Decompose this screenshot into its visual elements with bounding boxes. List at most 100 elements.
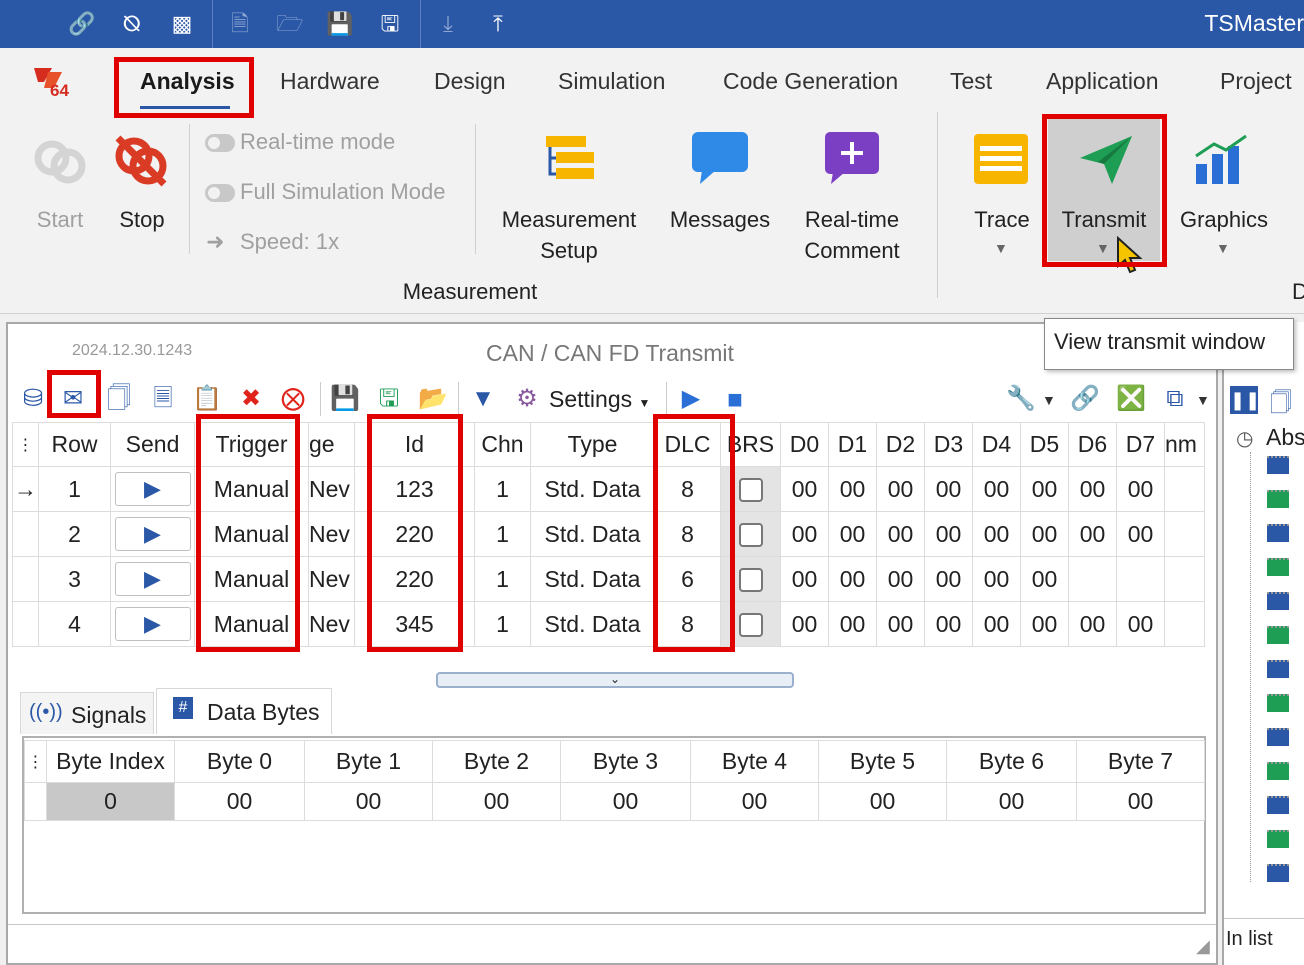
stop-button[interactable]: Stop: [104, 204, 180, 235]
data-byte-cell[interactable]: 00: [1116, 601, 1165, 647]
col-d3[interactable]: D3: [924, 422, 973, 467]
col-d6[interactable]: D6: [1068, 422, 1117, 467]
send-button[interactable]: ▶: [114, 562, 191, 596]
brs-checkbox[interactable]: [738, 523, 763, 548]
tab-code-generation[interactable]: Code Generation: [723, 68, 898, 95]
copy-fd-icon[interactable]: 🗏: [148, 384, 178, 414]
save-config-icon[interactable]: 💾: [330, 384, 360, 414]
clear-all-icon[interactable]: ⨂: [278, 384, 308, 414]
save-as-config-icon[interactable]: 🖫: [374, 384, 404, 414]
realtime-comment-label-1[interactable]: Real-time: [792, 204, 912, 235]
settings-gear-icon[interactable]: ⚙: [512, 384, 542, 414]
data-byte-cell[interactable]: 00: [924, 466, 973, 512]
byte-cell[interactable]: 00: [818, 782, 947, 821]
graphics-dropdown-caret[interactable]: ▼: [1216, 240, 1230, 256]
data-byte-cell[interactable]: 00: [876, 466, 925, 512]
data-byte-cell[interactable]: 00: [1020, 556, 1069, 602]
send-button[interactable]: ▶: [114, 517, 191, 551]
data-byte-cell[interactable]: [1068, 556, 1117, 602]
open-folder-icon[interactable]: 🗁: [276, 10, 304, 38]
channel-cell[interactable]: 1: [474, 511, 531, 557]
data-byte-cell[interactable]: 00: [972, 556, 1021, 602]
play-icon[interactable]: ▶: [676, 384, 706, 414]
channel-cell[interactable]: 1: [474, 601, 531, 647]
resize-grip-icon[interactable]: ◢: [1196, 936, 1210, 957]
database-icon[interactable]: ⛁: [18, 384, 48, 414]
name-cell[interactable]: Nev: [308, 556, 355, 602]
type-cell[interactable]: Std. Data: [530, 556, 655, 602]
data-byte-cell[interactable]: 00: [924, 556, 973, 602]
data-byte-cell[interactable]: 00: [972, 601, 1021, 647]
full-sim-mode-label[interactable]: Full Simulation Mode: [240, 176, 445, 207]
byte-index-cell[interactable]: 0: [46, 782, 175, 821]
col-d4[interactable]: D4: [972, 422, 1021, 467]
link-icon[interactable]: 🔗: [68, 10, 96, 38]
col-chn[interactable]: Chn: [474, 422, 531, 467]
filter-icon[interactable]: ▼: [468, 384, 498, 414]
messages-icon[interactable]: [690, 130, 750, 190]
data-byte-cell[interactable]: 00: [828, 466, 877, 512]
link-chain-icon[interactable]: 🔗: [1070, 384, 1100, 414]
data-byte-cell[interactable]: 00: [972, 511, 1021, 557]
data-byte-cell[interactable]: 00: [1068, 511, 1117, 557]
channel-cell[interactable]: 1: [474, 556, 531, 602]
tab-design[interactable]: Design: [434, 68, 506, 95]
data-byte-cell[interactable]: 00: [1068, 466, 1117, 512]
column-menu-icon[interactable]: ⋮: [12, 422, 39, 467]
message-envelope-icon[interactable]: [1267, 558, 1289, 576]
table-row[interactable]: 4 ▶ Manual Nev 345 1 Std. Data 8 00 00 00 00 00 00 00 0…: [12, 601, 1205, 647]
stop-square-icon[interactable]: ■: [720, 384, 750, 414]
data-byte-cell[interactable]: 00: [780, 511, 829, 557]
tab-data-bytes[interactable]: # Data Bytes: [156, 688, 332, 734]
name-cell[interactable]: Nev: [308, 601, 355, 647]
message-envelope-icon[interactable]: [1267, 592, 1289, 610]
data-byte-cell[interactable]: 00: [1020, 601, 1069, 647]
name-cell[interactable]: Nev: [308, 466, 355, 512]
save-icon[interactable]: 💾: [326, 10, 354, 38]
message-envelope-icon[interactable]: [1267, 830, 1289, 848]
message-envelope-icon[interactable]: [1267, 524, 1289, 542]
realtime-comment-icon[interactable]: [823, 130, 881, 188]
full-sim-toggle[interactable]: [205, 184, 235, 202]
data-byte-cell[interactable]: 00: [1068, 601, 1117, 647]
byte-cell[interactable]: 00: [304, 782, 433, 821]
col-d0[interactable]: D0: [780, 422, 829, 467]
measurement-setup-label-2[interactable]: Setup: [494, 235, 644, 266]
table-row[interactable]: 2 ▶ Manual Nev 220 1 Std. Data 8 00 00 00 00 00 00 00 0…: [12, 511, 1205, 557]
data-byte-cell[interactable]: 00: [780, 466, 829, 512]
stop-icon[interactable]: [110, 130, 172, 192]
realtime-toggle[interactable]: [205, 134, 235, 152]
col-d7[interactable]: D7: [1116, 422, 1165, 467]
paste-icon[interactable]: 📋: [192, 384, 222, 414]
data-byte-cell[interactable]: 00: [1116, 466, 1165, 512]
bytes-column-menu-icon[interactable]: ⋮: [24, 740, 47, 783]
trace-icon[interactable]: [972, 132, 1030, 188]
pause-icon[interactable]: ❚❚: [1230, 386, 1260, 414]
messages-label[interactable]: Messages: [665, 204, 775, 235]
trace-label[interactable]: Trace: [960, 204, 1044, 235]
message-envelope-icon[interactable]: [1267, 456, 1289, 474]
data-byte-cell[interactable]: 00: [828, 556, 877, 602]
data-byte-cell[interactable]: 00: [1020, 511, 1069, 557]
data-byte-cell[interactable]: 00: [924, 511, 973, 557]
data-byte-cell[interactable]: 00: [828, 601, 877, 647]
app-logo[interactable]: 64: [32, 62, 76, 100]
send-button[interactable]: ▶: [114, 607, 191, 641]
message-envelope-icon[interactable]: [1267, 796, 1289, 814]
byte-cell[interactable]: 00: [174, 782, 305, 821]
start-icon[interactable]: [30, 132, 90, 192]
message-envelope-icon[interactable]: [1267, 728, 1289, 746]
data-byte-cell[interactable]: 00: [1116, 511, 1165, 557]
realtime-comment-label-2[interactable]: Comment: [792, 235, 912, 266]
byte-cell[interactable]: 00: [560, 782, 691, 821]
message-envelope-icon[interactable]: [1267, 864, 1289, 882]
tab-signals[interactable]: ((•)) Signals: [20, 692, 154, 734]
col-byte-4[interactable]: Byte 4: [690, 740, 819, 783]
message-envelope-icon[interactable]: [1267, 660, 1289, 678]
data-byte-cell[interactable]: 00: [780, 556, 829, 602]
chat-icon[interactable]: ▩: [168, 10, 196, 38]
measurement-setup-icon[interactable]: [542, 132, 598, 188]
byte-cell[interactable]: 00: [690, 782, 819, 821]
measurement-setup-label-1[interactable]: Measurement: [494, 204, 644, 235]
table-row[interactable]: 3 ▶ Manual Nev 220 1 Std. Data 6 00 00 00 00 00 00: [12, 556, 1205, 602]
